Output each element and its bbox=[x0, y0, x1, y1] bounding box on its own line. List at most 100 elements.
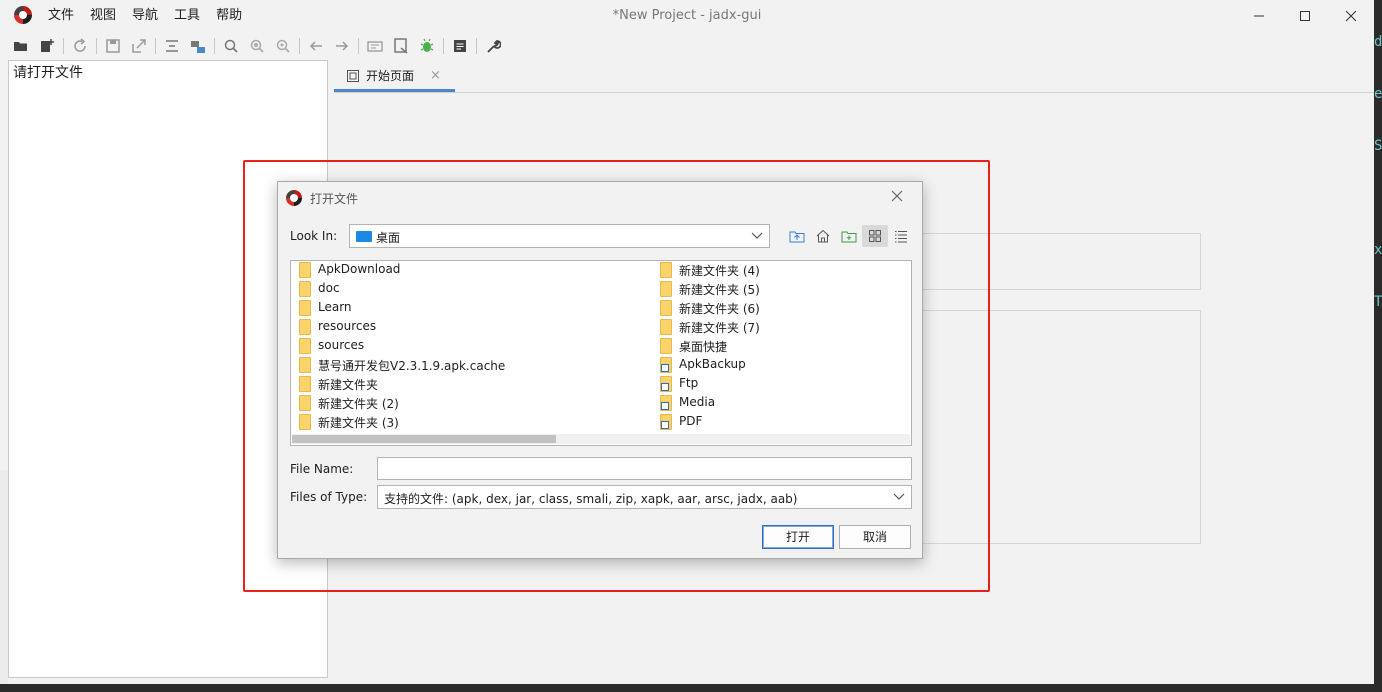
open-button[interactable]: 打开 bbox=[762, 525, 834, 549]
deobfuscate-icon bbox=[367, 41, 383, 52]
menu-bar: 文件 视图 导航 工具 帮助 bbox=[40, 0, 250, 32]
cancel-button[interactable]: 取消 bbox=[839, 525, 911, 549]
log-viewer-button[interactable] bbox=[447, 34, 473, 58]
search-button[interactable] bbox=[218, 34, 244, 58]
preferences-wrench-button[interactable] bbox=[480, 34, 506, 58]
folder-icon bbox=[660, 338, 672, 354]
file-name-label: File Name: bbox=[290, 462, 354, 476]
jadx-logo-icon bbox=[286, 190, 302, 206]
background-code-char: T bbox=[1374, 294, 1382, 310]
maximize-button[interactable] bbox=[1282, 0, 1328, 32]
package-tree-button[interactable] bbox=[185, 34, 211, 58]
menu-file[interactable]: 文件 bbox=[40, 0, 82, 32]
folder-icon bbox=[299, 376, 311, 392]
tab-start-page[interactable]: 开始页面 × bbox=[334, 62, 455, 92]
open-file-dialog: 打开文件 Look In: 桌面 ApkDownload doc Learn r… bbox=[277, 181, 923, 559]
files-of-type-value: 支持的文件: (apk, dex, jar, class, smali, zip… bbox=[384, 492, 798, 506]
close-icon bbox=[1345, 10, 1357, 22]
toolbar-separator bbox=[476, 38, 477, 54]
menu-tools[interactable]: 工具 bbox=[166, 0, 208, 32]
folder-icon bbox=[299, 338, 311, 354]
save-button[interactable] bbox=[100, 34, 126, 58]
quick-tab-button[interactable] bbox=[388, 34, 414, 58]
add-files-button[interactable] bbox=[34, 34, 60, 58]
horizontal-scrollbar[interactable] bbox=[292, 434, 910, 444]
forward-arrow-button[interactable] bbox=[329, 34, 355, 58]
new-folder-button[interactable] bbox=[836, 225, 862, 247]
file-name: ApkDownload bbox=[318, 262, 401, 276]
toolbar-separator bbox=[155, 38, 156, 54]
file-name: PDF bbox=[679, 414, 703, 428]
background-window-edge bbox=[0, 684, 1374, 692]
open-folder-icon bbox=[14, 42, 27, 51]
search-icon bbox=[224, 39, 238, 53]
details-view-icon bbox=[895, 231, 907, 243]
add-files-icon bbox=[41, 39, 54, 52]
menu-navigation[interactable]: 导航 bbox=[124, 0, 166, 32]
back-arrow-icon bbox=[309, 41, 322, 51]
file-name: 桌面快捷 bbox=[679, 340, 728, 354]
tab-divider bbox=[334, 92, 1374, 93]
background-code-char: d bbox=[1374, 34, 1382, 50]
files-of-type-label: Files of Type: bbox=[290, 490, 368, 504]
chevron-down-icon bbox=[751, 232, 763, 239]
find-usage-icon bbox=[276, 39, 290, 53]
sync-button[interactable] bbox=[67, 34, 93, 58]
dialog-close-icon[interactable] bbox=[890, 189, 904, 203]
minimize-icon bbox=[1254, 15, 1264, 17]
file-name: 新建文件夹 (7) bbox=[679, 321, 760, 335]
home-button[interactable] bbox=[810, 225, 836, 247]
tab-close-icon[interactable]: × bbox=[430, 68, 441, 83]
background-code-char: S bbox=[1374, 138, 1382, 154]
folder-icon bbox=[299, 395, 311, 411]
folder-icon bbox=[299, 414, 311, 430]
up-folder-button[interactable] bbox=[784, 225, 810, 247]
file-name: Media bbox=[679, 395, 716, 409]
deobfuscate-button[interactable] bbox=[362, 34, 388, 58]
grid-view-icon bbox=[869, 230, 881, 242]
find-class-button[interactable] bbox=[244, 34, 270, 58]
look-in-value: 桌面 bbox=[376, 231, 401, 245]
file-name-input[interactable] bbox=[377, 457, 912, 480]
file-name: doc bbox=[318, 281, 340, 295]
folder-shortcut-icon bbox=[660, 395, 672, 411]
menu-view[interactable]: 视图 bbox=[82, 0, 124, 32]
close-window-button[interactable] bbox=[1328, 0, 1374, 32]
look-in-select[interactable]: 桌面 bbox=[349, 224, 770, 248]
list-view-toggle[interactable] bbox=[862, 225, 888, 247]
folder-shortcut-icon bbox=[660, 376, 672, 392]
find-usage-button[interactable] bbox=[270, 34, 296, 58]
desktop-folder-icon bbox=[356, 231, 372, 242]
background-code-char: e bbox=[1374, 86, 1382, 102]
jadx-logo-icon bbox=[14, 6, 32, 24]
toolbar-separator bbox=[214, 38, 215, 54]
file-name: 新建文件夹 (2) bbox=[318, 397, 399, 411]
folder-shortcut-icon bbox=[660, 357, 672, 373]
back-arrow-button[interactable] bbox=[303, 34, 329, 58]
title-bar: 文件 视图 导航 工具 帮助 *New Project - jadx-gui bbox=[0, 0, 1374, 32]
debug-button[interactable] bbox=[414, 34, 440, 58]
file-chooser-nav bbox=[784, 225, 914, 247]
details-view-toggle[interactable] bbox=[888, 225, 914, 247]
tab-label: 开始页面 bbox=[366, 69, 415, 83]
files-of-type-select[interactable]: 支持的文件: (apk, dex, jar, class, smali, zip… bbox=[377, 485, 912, 509]
open-folder-button[interactable] bbox=[8, 34, 34, 58]
package-tree-icon bbox=[191, 41, 205, 53]
menu-help[interactable]: 帮助 bbox=[208, 0, 250, 32]
export-button[interactable] bbox=[126, 34, 152, 58]
minimize-button[interactable] bbox=[1236, 0, 1282, 32]
folder-icon bbox=[660, 300, 672, 316]
folder-icon bbox=[299, 300, 311, 316]
file-name: Ftp bbox=[679, 376, 699, 390]
window-controls bbox=[1236, 0, 1374, 32]
chevron-down-icon bbox=[893, 493, 905, 500]
file-name: Learn bbox=[318, 300, 352, 314]
preferences-wrench-icon bbox=[487, 40, 501, 53]
start-page-section bbox=[890, 233, 1201, 290]
background-code-char: x bbox=[1374, 242, 1382, 258]
toolbar-separator bbox=[358, 38, 359, 54]
file-list[interactable]: ApkDownload doc Learn resources sources 慧号通开发… bbox=[290, 260, 912, 446]
open-file-hint: 请打开文件 bbox=[13, 65, 83, 81]
scrollbar-thumb[interactable] bbox=[292, 435, 556, 443]
flatten-packages-button[interactable] bbox=[159, 34, 185, 58]
